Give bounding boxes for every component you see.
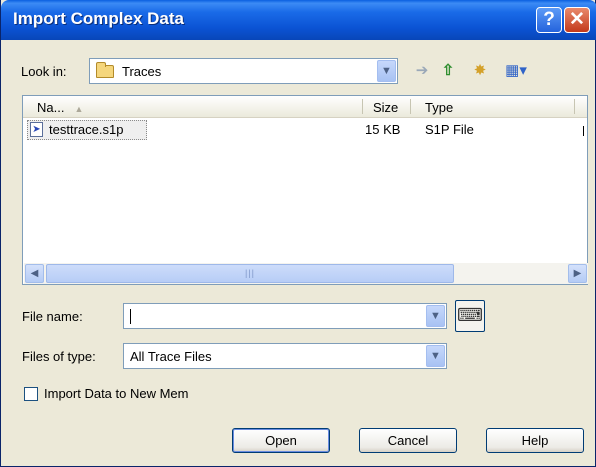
file-name-label: File name: — [22, 309, 83, 324]
column-divider[interactable] — [410, 99, 411, 114]
files-of-type-dropdown[interactable]: All Trace Files ▼ — [123, 343, 447, 369]
title-bar[interactable]: Import Complex Data ? ✕ — [1, 0, 596, 40]
chevron-down-icon[interactable]: ▼ — [426, 305, 445, 327]
browse-keyboard-icon[interactable]: ⌨ — [455, 300, 485, 332]
file-name-cell: testtrace.s1p — [49, 122, 124, 137]
look-in-label: Look in: — [21, 64, 67, 79]
back-icon[interactable]: ➔ — [411, 60, 433, 82]
dialog-title: Import Complex Data — [13, 9, 184, 28]
views-menu-icon[interactable]: ▦▾ — [501, 60, 531, 82]
s1p-file-icon: ➤ — [30, 122, 43, 137]
open-button[interactable]: Open — [232, 428, 330, 453]
import-to-new-mem-checkbox[interactable] — [24, 387, 38, 401]
truncated-column-edge — [583, 126, 584, 136]
folder-icon — [96, 62, 114, 78]
cancel-button[interactable]: Cancel — [359, 428, 457, 453]
horizontal-scrollbar[interactable]: ◀ ||| ▶ — [24, 263, 588, 284]
file-list[interactable]: Na... ▲ Size Type ➤ testtrace.s1p 15 KB S… — [22, 95, 588, 285]
up-folder-icon[interactable]: ⇧ — [437, 60, 459, 82]
close-button[interactable]: ✕ — [564, 7, 590, 33]
look-in-dropdown[interactable]: Traces ▼ — [89, 58, 398, 84]
column-header-type[interactable]: Type — [425, 100, 453, 115]
column-header-size[interactable]: Size — [373, 100, 398, 115]
help-button[interactable]: Help — [486, 428, 584, 453]
new-folder-icon[interactable]: ✸ — [469, 60, 491, 82]
scroll-left-icon[interactable]: ◀ — [25, 264, 44, 283]
chevron-down-icon[interactable]: ▼ — [377, 60, 396, 82]
files-of-type-label: Files of type: — [22, 349, 96, 364]
scrollbar-thumb[interactable]: ||| — [46, 264, 454, 283]
column-divider[interactable] — [362, 99, 363, 114]
scroll-right-icon[interactable]: ▶ — [568, 264, 587, 283]
column-divider[interactable] — [574, 99, 575, 114]
import-complex-data-dialog: Import Complex Data ? ✕ Look in: Traces … — [0, 0, 596, 467]
list-header: Na... ▲ Size Type — [23, 96, 587, 118]
help-title-button[interactable]: ? — [536, 7, 562, 33]
file-row[interactable]: ➤ testtrace.s1p 15 KB S1P File — [23, 120, 587, 140]
column-header-name[interactable]: Na... ▲ — [37, 100, 83, 115]
chevron-down-icon[interactable]: ▼ — [426, 345, 445, 367]
text-caret — [130, 309, 131, 324]
file-type-cell: S1P File — [425, 122, 474, 137]
sort-ascending-icon: ▲ — [74, 104, 84, 114]
look-in-value: Traces — [122, 64, 162, 79]
import-to-new-mem-label[interactable]: Import Data to New Mem — [44, 386, 189, 401]
file-size-cell: 15 KB — [365, 122, 401, 137]
files-of-type-value: All Trace Files — [130, 349, 212, 364]
file-name-input[interactable]: ▼ — [123, 303, 447, 329]
